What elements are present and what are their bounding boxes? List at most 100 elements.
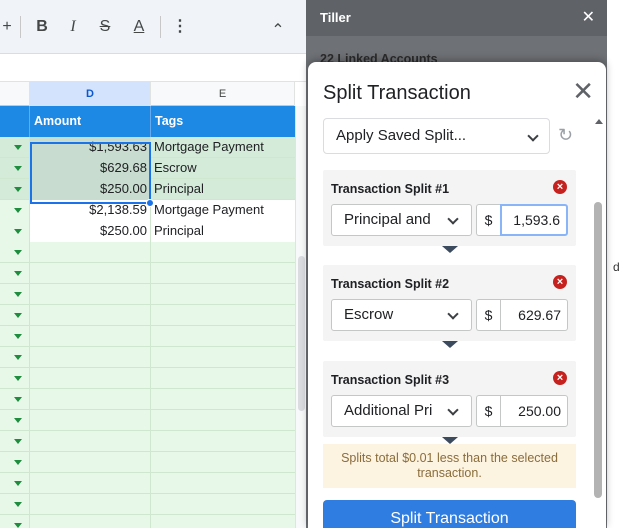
sheet-scroll-thumb[interactable] [298, 256, 305, 411]
tags-cell[interactable] [151, 326, 295, 347]
dropdown-arrow-icon[interactable] [14, 271, 22, 276]
tags-cell[interactable] [151, 515, 295, 528]
row-dropdown-cell[interactable] [0, 368, 30, 389]
dropdown-arrow-icon[interactable] [14, 523, 22, 528]
dropdown-arrow-icon[interactable] [14, 502, 22, 507]
dropdown-arrow-icon[interactable] [14, 418, 22, 423]
amount-cell[interactable] [30, 410, 151, 431]
dropdown-arrow-icon[interactable] [14, 208, 22, 213]
row-dropdown-cell[interactable] [0, 326, 30, 347]
row-dropdown-cell[interactable] [0, 200, 30, 221]
tags-cell[interactable]: Escrow [151, 158, 295, 179]
row-dropdown-cell[interactable] [0, 305, 30, 326]
italic-icon[interactable]: I [63, 16, 83, 38]
tags-cell[interactable] [151, 347, 295, 368]
tags-cell[interactable] [151, 431, 295, 452]
row-dropdown-cell[interactable] [0, 158, 30, 179]
amount-cell[interactable]: $250.00 [30, 221, 151, 242]
amount-cell[interactable] [30, 494, 151, 515]
row-dropdown-cell[interactable] [0, 347, 30, 368]
amount-cell[interactable] [30, 263, 151, 284]
delete-split-icon[interactable]: × [553, 180, 567, 194]
dialog-scrollbar[interactable] [594, 202, 602, 498]
tags-cell[interactable]: Mortgage Payment [151, 137, 295, 158]
tags-cell[interactable] [151, 368, 295, 389]
split-transaction-button[interactable]: Split Transaction [323, 500, 576, 528]
dropdown-arrow-icon[interactable] [14, 439, 22, 444]
tags-cell[interactable] [151, 452, 295, 473]
strikethrough-icon[interactable]: S [95, 16, 115, 38]
dropdown-arrow-icon[interactable] [14, 145, 22, 150]
row-dropdown-cell[interactable] [0, 515, 30, 528]
amount-cell[interactable]: $1,593.63 [30, 137, 151, 158]
row-dropdown-cell[interactable] [0, 137, 30, 158]
bold-icon[interactable]: B [32, 16, 52, 38]
amount-cell[interactable] [30, 326, 151, 347]
row-dropdown-cell[interactable] [0, 452, 30, 473]
dropdown-arrow-icon[interactable] [14, 187, 22, 192]
row-dropdown-cell[interactable] [0, 179, 30, 200]
tags-cell[interactable] [151, 494, 295, 515]
tags-cell[interactable] [151, 389, 295, 410]
tags-cell[interactable] [151, 305, 295, 326]
dropdown-arrow-icon[interactable] [14, 397, 22, 402]
header-cell-tags[interactable]: Tags [151, 106, 295, 137]
tags-cell[interactable] [151, 473, 295, 494]
amount-cell[interactable] [30, 242, 151, 263]
row-dropdown-cell[interactable] [0, 221, 30, 242]
dropdown-arrow-icon[interactable] [14, 355, 22, 360]
close-icon[interactable]: ✕ [582, 0, 595, 36]
row-dropdown-cell[interactable] [0, 473, 30, 494]
split-category-select[interactable]: Principal and [331, 204, 472, 236]
split-amount-input[interactable]: 629.67 [500, 299, 568, 331]
more-vert-icon[interactable]: ⋮ [170, 16, 190, 38]
amount-cell[interactable] [30, 431, 151, 452]
dropdown-arrow-icon[interactable] [14, 313, 22, 318]
amount-cell[interactable]: $250.00 [30, 179, 151, 200]
tags-cell[interactable]: Principal [151, 179, 295, 200]
row-dropdown-cell[interactable] [0, 494, 30, 515]
text-color-icon[interactable]: A [128, 16, 150, 38]
tags-cell[interactable]: Mortgage Payment [151, 200, 295, 221]
close-icon[interactable]: ✕ [572, 78, 594, 104]
tags-cell[interactable] [151, 242, 295, 263]
column-header-blank[interactable] [0, 82, 30, 106]
apply-saved-split-select[interactable]: Apply Saved Split... [323, 118, 550, 154]
sheet-scrollbar[interactable] [295, 106, 306, 528]
tags-cell[interactable] [151, 410, 295, 431]
formula-bar[interactable] [0, 55, 306, 82]
column-header-d[interactable]: D [30, 82, 151, 106]
tags-cell[interactable]: Principal [151, 221, 295, 242]
dropdown-arrow-icon[interactable] [14, 229, 22, 234]
amount-cell[interactable] [30, 473, 151, 494]
amount-cell[interactable]: $629.68 [30, 158, 151, 179]
dropdown-arrow-icon[interactable] [14, 250, 22, 255]
fill-handle[interactable] [146, 199, 154, 207]
dropdown-arrow-icon[interactable] [14, 376, 22, 381]
scroll-up-arrow-icon[interactable] [595, 119, 603, 124]
dropdown-arrow-icon[interactable] [14, 292, 22, 297]
delete-split-icon[interactable]: × [553, 371, 567, 385]
split-category-select[interactable]: Escrow [331, 299, 472, 331]
amount-cell[interactable] [30, 452, 151, 473]
dropdown-arrow-icon[interactable] [14, 334, 22, 339]
plus-icon[interactable]: + [0, 16, 14, 38]
amount-cell[interactable]: $2,138.59 [30, 200, 151, 221]
tags-cell[interactable] [151, 284, 295, 305]
amount-cell[interactable] [30, 347, 151, 368]
split-amount-input[interactable]: 250.00 [500, 395, 568, 427]
amount-cell[interactable] [30, 515, 151, 528]
row-dropdown-cell[interactable] [0, 410, 30, 431]
row-dropdown-cell[interactable] [0, 431, 30, 452]
amount-cell[interactable] [30, 368, 151, 389]
row-dropdown-cell[interactable] [0, 242, 30, 263]
row-dropdown-cell[interactable] [0, 389, 30, 410]
column-header-e[interactable]: E [151, 82, 295, 106]
header-cell-amount[interactable]: Amount [30, 106, 151, 137]
dropdown-arrow-icon[interactable] [14, 166, 22, 171]
split-category-select[interactable]: Additional Pri [331, 395, 472, 427]
tags-cell[interactable] [151, 263, 295, 284]
delete-split-icon[interactable]: × [553, 275, 567, 289]
row-dropdown-cell[interactable] [0, 284, 30, 305]
row-dropdown-cell[interactable] [0, 263, 30, 284]
